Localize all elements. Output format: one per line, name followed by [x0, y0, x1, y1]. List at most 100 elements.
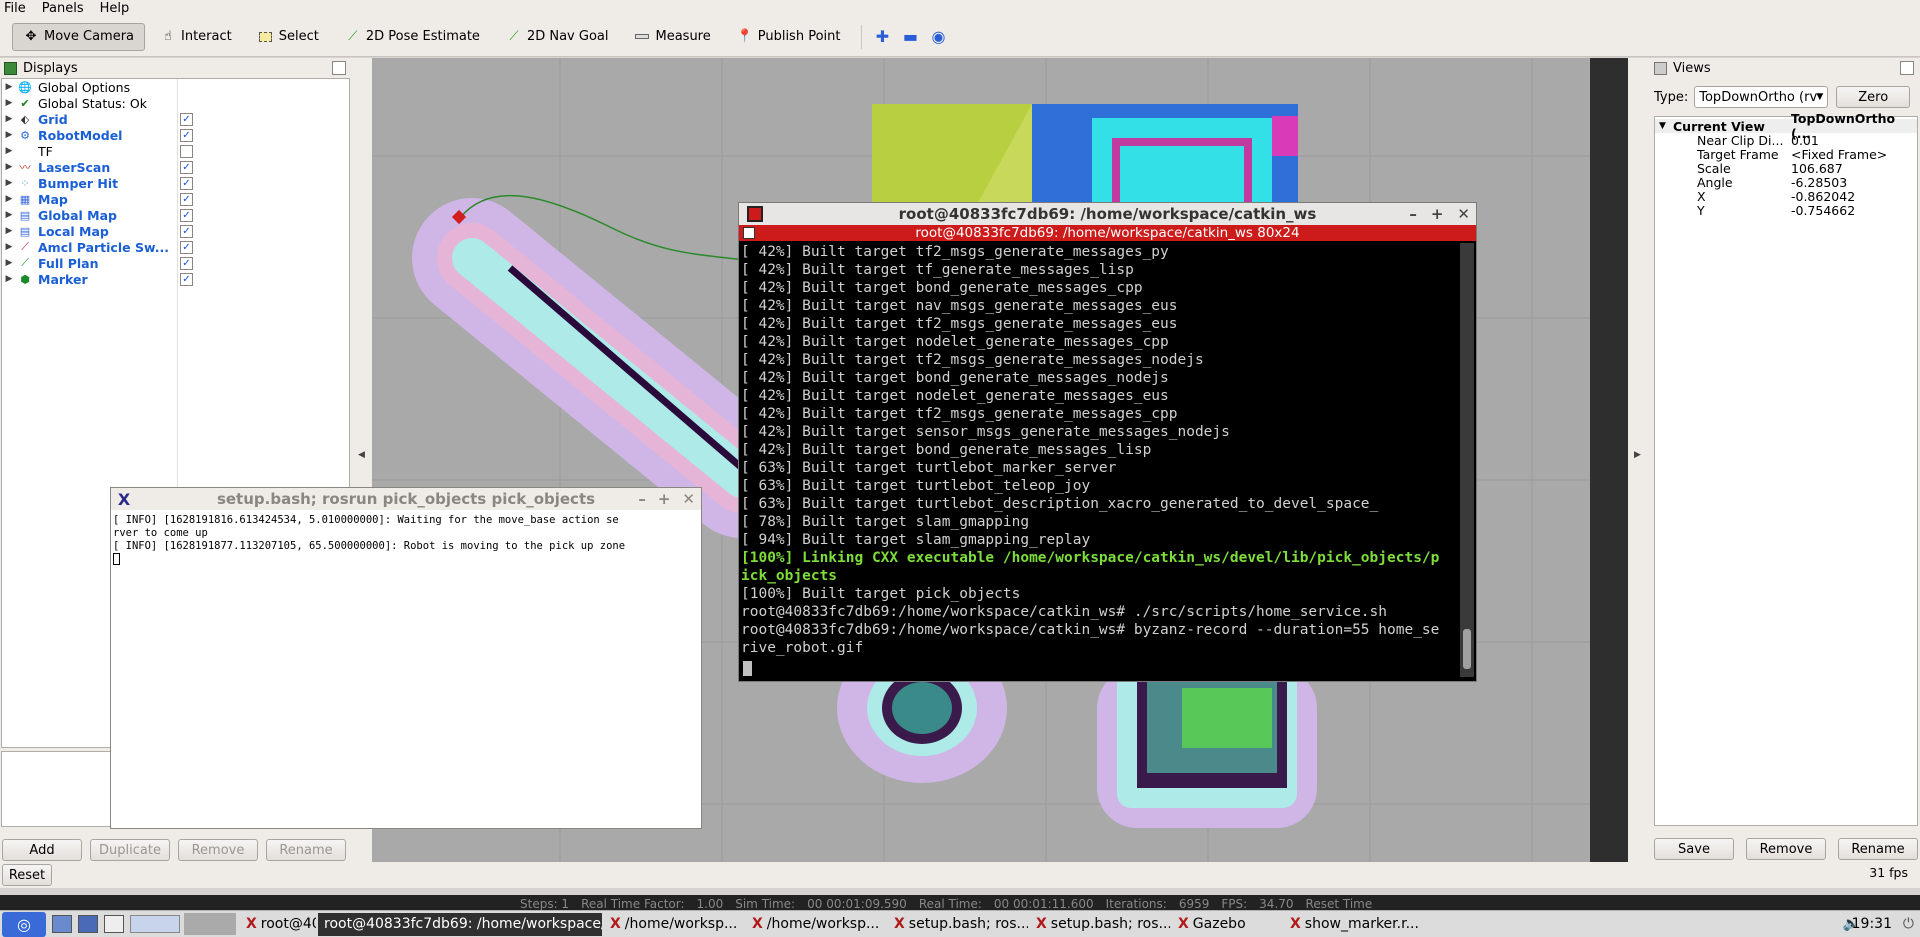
minus-icon[interactable]: ▬	[896, 23, 924, 51]
tool-2d-pose-estimate[interactable]: ⟋ 2D Pose Estimate	[334, 23, 491, 51]
expand-arrow-icon[interactable]: ▶	[2, 226, 16, 236]
terminal-window[interactable]: root@40833fc7db69: /home/workspace/catki…	[738, 202, 1477, 682]
tool-measure[interactable]: Measure	[623, 23, 721, 51]
display-item-laserscan[interactable]: ▶ 〰 LaserScan ✓	[2, 159, 349, 175]
display-enabled-checkbox[interactable]: ✓	[180, 112, 193, 126]
menu-file[interactable]: File	[0, 1, 32, 16]
xterm-title-bar[interactable]: X setup.bash; rosrun pick_objects pick_o…	[111, 488, 701, 510]
display-enabled-checkbox[interactable]	[180, 144, 193, 158]
terminal-scrollbar[interactable]	[1460, 243, 1474, 677]
xterm-window[interactable]: X setup.bash; rosrun pick_objects pick_o…	[110, 487, 702, 829]
taskbar-task[interactable]: Xshow_marker.r...	[1284, 913, 1424, 936]
display-enabled-checkbox[interactable]: ✓	[180, 240, 193, 254]
file-manager-icon[interactable]	[78, 915, 98, 933]
terminal-output[interactable]: [ 42%] Built target tf2_msgs_generate_me…	[741, 243, 1457, 673]
view-prop-value[interactable]: -0.862042	[1791, 189, 1855, 204]
display-enabled-checkbox[interactable]: ✓	[180, 224, 193, 238]
view-prop-value[interactable]: 106.687	[1791, 161, 1843, 176]
expand-arrow-icon[interactable]: ▶	[2, 98, 16, 108]
workspace-pager[interactable]	[184, 913, 236, 935]
close-icon[interactable]: ✕	[1457, 205, 1470, 223]
view-prop-value[interactable]: -6.28503	[1791, 175, 1847, 190]
display-item-map[interactable]: ▶ ▦ Map ✓	[2, 191, 349, 207]
maximize-icon[interactable]: +	[1431, 205, 1444, 223]
display-item-global-options[interactable]: ▶ 🌐 Global Options	[2, 79, 349, 95]
plus-icon[interactable]: ✚	[868, 23, 896, 51]
maximize-icon[interactable]: +	[658, 490, 671, 508]
zero-button[interactable]: Zero	[1836, 86, 1911, 108]
display-enabled-checkbox[interactable]: ✓	[180, 192, 193, 206]
display-enabled-checkbox[interactable]: ✓	[180, 272, 193, 286]
add-display-button[interactable]: Add	[2, 839, 82, 861]
view-prop-row[interactable]: Near Clip Di... 0.01	[1655, 133, 1917, 148]
eye-icon[interactable]: ◉	[924, 23, 952, 51]
display-enabled-checkbox[interactable]: ✓	[180, 176, 193, 190]
expand-arrow-icon[interactable]: ▶	[2, 178, 16, 188]
power-icon[interactable]: ⏻	[1903, 916, 1914, 932]
view-prop-row[interactable]: Target Frame <Fixed Frame>	[1655, 147, 1917, 162]
tool-move-camera[interactable]: ✥ Move Camera	[12, 22, 146, 51]
view-prop-value[interactable]: <Fixed Frame>	[1791, 147, 1887, 162]
rename-view-button[interactable]: Rename	[1838, 838, 1918, 860]
expand-arrow-icon[interactable]: ▶	[2, 258, 16, 268]
views-float-button[interactable]	[1900, 61, 1914, 75]
display-enabled-checkbox[interactable]: ✓	[180, 208, 193, 222]
tool-select[interactable]: Select	[247, 23, 330, 51]
expand-arrow-icon[interactable]: ▶	[2, 274, 16, 284]
save-view-button[interactable]: Save	[1654, 838, 1734, 860]
expand-arrow-icon[interactable]: ▶	[2, 82, 16, 92]
taskbar-task[interactable]: Xsetup.bash; ros...	[1030, 913, 1170, 936]
current-view-row[interactable]: ▼ Current View TopDownOrtho (...	[1655, 111, 1917, 141]
display-item-bumper-hit[interactable]: ▶ ⁘ Bumper Hit ✓	[2, 175, 349, 191]
view-type-select[interactable]: TopDownOrtho (rv ▼	[1694, 86, 1829, 108]
views-tree[interactable]: ▼ Current View TopDownOrtho (... Near Cl…	[1654, 111, 1918, 826]
expand-arrow-icon[interactable]: ▶	[2, 162, 16, 172]
terminal-title-bar[interactable]: root@40833fc7db69: /home/workspace/catki…	[739, 203, 1476, 225]
workspace-switcher[interactable]	[130, 915, 180, 933]
display-item-full-plan[interactable]: ▶ ⟋ Full Plan ✓	[2, 255, 349, 271]
view-prop-row[interactable]: X -0.862042	[1655, 189, 1917, 204]
start-menu-icon[interactable]: ◎	[2, 911, 46, 937]
menu-panels[interactable]: Panels	[32, 1, 90, 16]
reset-button[interactable]: Reset	[2, 864, 52, 886]
taskbar-task[interactable]: Xroot@408	[240, 913, 316, 936]
tool-interact[interactable]: ☝ Interact	[149, 23, 243, 51]
duplicate-display-button[interactable]: Duplicate	[90, 839, 170, 861]
display-item-amcl-particle-sw[interactable]: ▶ ⟋ Amcl Particle Sw... ✓	[2, 239, 349, 255]
rename-display-button[interactable]: Rename	[266, 839, 346, 861]
desktop-icon[interactable]	[52, 915, 72, 933]
taskbar-task[interactable]: X Gazebo	[1172, 913, 1282, 936]
menu-help[interactable]: Help	[90, 1, 136, 16]
expand-arrow-icon[interactable]: ▶	[2, 210, 16, 220]
expand-arrow-icon[interactable]: ▶	[2, 146, 16, 156]
taskbar-task[interactable]: X/home/worksp...	[604, 913, 744, 936]
taskbar-task[interactable]: X/home/worksp...	[746, 913, 886, 936]
view-prop-value[interactable]: 0.01	[1791, 133, 1819, 148]
view-prop-row[interactable]: Scale 106.687	[1655, 161, 1917, 176]
minimize-icon[interactable]: –	[1409, 205, 1417, 223]
minimize-icon[interactable]: –	[638, 490, 646, 508]
remove-view-button[interactable]: Remove	[1746, 838, 1826, 860]
tool-2d-nav-goal[interactable]: ⟋ 2D Nav Goal	[495, 23, 620, 51]
displays-float-button[interactable]	[332, 61, 346, 75]
display-item-tf[interactable]: ▶ TF	[2, 143, 349, 159]
display-enabled-checkbox[interactable]: ✓	[180, 128, 193, 142]
display-item-global-map[interactable]: ▶ ▤ Global Map ✓	[2, 207, 349, 223]
display-item-marker[interactable]: ▶ ⬢ Marker ✓	[2, 271, 349, 287]
view-prop-row[interactable]: Y -0.754662	[1655, 203, 1917, 218]
expand-arrow-icon[interactable]: ▶	[2, 130, 16, 140]
display-item-grid[interactable]: ▶ ⬖ Grid ✓	[2, 111, 349, 127]
display-item-local-map[interactable]: ▶ ▤ Local Map ✓	[2, 223, 349, 239]
display-enabled-checkbox[interactable]: ✓	[180, 160, 193, 174]
taskbar-task[interactable]: root@40833fc7db69: /home/workspace/catki…	[318, 912, 602, 936]
expand-arrow-icon[interactable]: ▶	[2, 114, 16, 124]
text-editor-icon[interactable]	[104, 915, 124, 933]
remove-display-button[interactable]: Remove	[178, 839, 258, 861]
close-icon[interactable]: ✕	[682, 490, 695, 508]
xterm-output[interactable]: [ INFO] [1628191816.613424534, 5.0100000…	[113, 514, 625, 553]
display-enabled-checkbox[interactable]: ✓	[180, 256, 193, 270]
display-item-robotmodel[interactable]: ▶ ⚙ RobotModel ✓	[2, 127, 349, 143]
tool-publish-point[interactable]: 📍 Publish Point	[726, 23, 852, 51]
view-prop-value[interactable]: -0.754662	[1791, 203, 1855, 218]
view-prop-row[interactable]: Angle -6.28503	[1655, 175, 1917, 190]
